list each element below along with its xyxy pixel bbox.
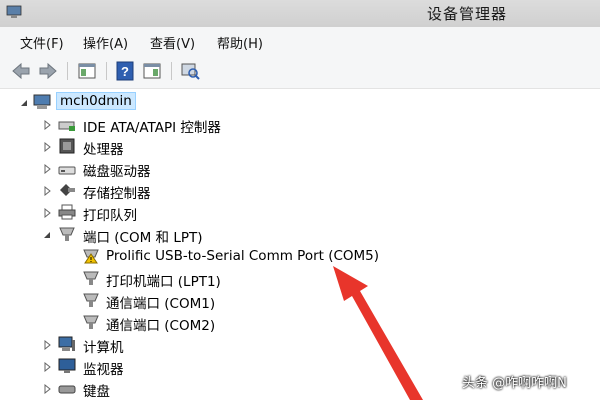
- port-icon: [83, 271, 99, 285]
- expand-arrow-icon[interactable]: [42, 208, 52, 218]
- tree-category-label: 磁盘驱动器: [83, 164, 151, 180]
- tree-category-processor[interactable]: 处理器: [0, 137, 300, 158]
- keyboard-icon: [58, 385, 76, 394]
- watermark: 头条 @咋啊咋啊N: [462, 376, 567, 391]
- tree-category-label: IDE ATA/ATAPI 控制器: [83, 120, 221, 136]
- tree-device-label: 通信端口 (COM2): [106, 318, 216, 334]
- computer-icon: [58, 336, 75, 351]
- tree-category-label: 处理器: [83, 142, 124, 158]
- expand-arrow-icon[interactable]: [42, 340, 52, 350]
- tree-category-label: 键盘: [83, 384, 110, 400]
- menu-bar: 文件(F) 操作(A) 查看(V) 帮助(H): [0, 27, 600, 55]
- tree-category-label: 打印队列: [83, 208, 137, 224]
- tree-category-monitor[interactable]: 监视器: [0, 357, 300, 378]
- tree-device-prolific[interactable]: Prolific USB-to-Serial Comm Port (COM5): [0, 247, 420, 267]
- printer-icon: [58, 204, 76, 220]
- menu-action[interactable]: 操作(A): [83, 33, 128, 52]
- tree-device-label: Prolific USB-to-Serial Comm Port (COM5): [106, 248, 380, 264]
- toolbar-separator: [67, 62, 68, 80]
- forward-icon[interactable]: [37, 61, 59, 81]
- tree-root[interactable]: mch0dmin: [0, 92, 300, 113]
- monitor-icon: [58, 358, 76, 373]
- toolbar-separator: [106, 62, 107, 80]
- port-icon: [83, 315, 99, 329]
- storage-controller-icon: [60, 184, 75, 196]
- help-icon[interactable]: ?: [114, 61, 136, 81]
- tree-category-label: 端口 (COM 和 LPT): [83, 230, 203, 246]
- port-icon: [83, 293, 99, 307]
- tree-category-label: 计算机: [83, 340, 124, 356]
- device-manager-app-icon: [6, 5, 22, 18]
- tree-category-computer[interactable]: 计算机: [0, 335, 300, 356]
- device-tree: mch0dmin IDE ATA/ATAPI 控制器 处理器 磁盘驱动器 存储控…: [0, 89, 600, 400]
- expand-arrow-icon[interactable]: [42, 142, 52, 152]
- tree-device-label: 打印机端口 (LPT1): [106, 274, 221, 290]
- processor-icon: [59, 138, 75, 154]
- expand-arrow-icon[interactable]: [42, 164, 52, 174]
- toolbar: ?: [0, 55, 600, 89]
- port-icon: [59, 227, 75, 241]
- tree-category-ide[interactable]: IDE ATA/ATAPI 控制器: [0, 115, 300, 136]
- computer-root-icon: [33, 94, 51, 109]
- collapse-arrow-icon[interactable]: [19, 98, 29, 108]
- title-bar: 设备管理器: [0, 0, 600, 27]
- tree-category-disk[interactable]: 磁盘驱动器: [0, 159, 300, 180]
- menu-file[interactable]: 文件(F): [20, 33, 64, 52]
- tree-device-label: 通信端口 (COM1): [106, 296, 216, 312]
- window-title: 设备管理器: [427, 5, 508, 23]
- tree-device-com2[interactable]: 通信端口 (COM2): [0, 313, 300, 334]
- ide-controller-icon: [58, 121, 75, 131]
- expand-arrow-icon[interactable]: [42, 362, 52, 372]
- properties-panel-icon[interactable]: [76, 61, 98, 81]
- tree-category-label: 监视器: [83, 362, 124, 378]
- scan-hardware-icon[interactable]: [179, 61, 201, 81]
- show-hide-icon[interactable]: [141, 61, 163, 81]
- menu-view[interactable]: 查看(V): [150, 33, 195, 52]
- tree-device-com1[interactable]: 通信端口 (COM1): [0, 291, 300, 312]
- expand-arrow-icon[interactable]: [42, 384, 52, 394]
- menu-help[interactable]: 帮助(H): [217, 33, 263, 52]
- tree-category-label: 存储控制器: [83, 186, 151, 202]
- disk-drive-icon: [58, 166, 76, 175]
- expand-arrow-icon[interactable]: [42, 186, 52, 196]
- toolbar-separator: [171, 62, 172, 80]
- tree-category-keyboard[interactable]: 键盘: [0, 379, 300, 400]
- tree-device-lpt1[interactable]: 打印机端口 (LPT1): [0, 269, 300, 290]
- collapse-arrow-icon[interactable]: [42, 230, 52, 240]
- tree-category-ports[interactable]: 端口 (COM 和 LPT): [0, 225, 300, 246]
- tree-category-print-queue[interactable]: 打印队列: [0, 203, 300, 224]
- tree-category-storage[interactable]: 存储控制器: [0, 181, 300, 202]
- expand-arrow-icon[interactable]: [42, 120, 52, 130]
- tree-root-label: mch0dmin: [56, 92, 136, 110]
- warning-port-icon: [83, 249, 99, 264]
- svg-text:?: ?: [121, 64, 129, 79]
- back-icon[interactable]: [10, 61, 32, 81]
